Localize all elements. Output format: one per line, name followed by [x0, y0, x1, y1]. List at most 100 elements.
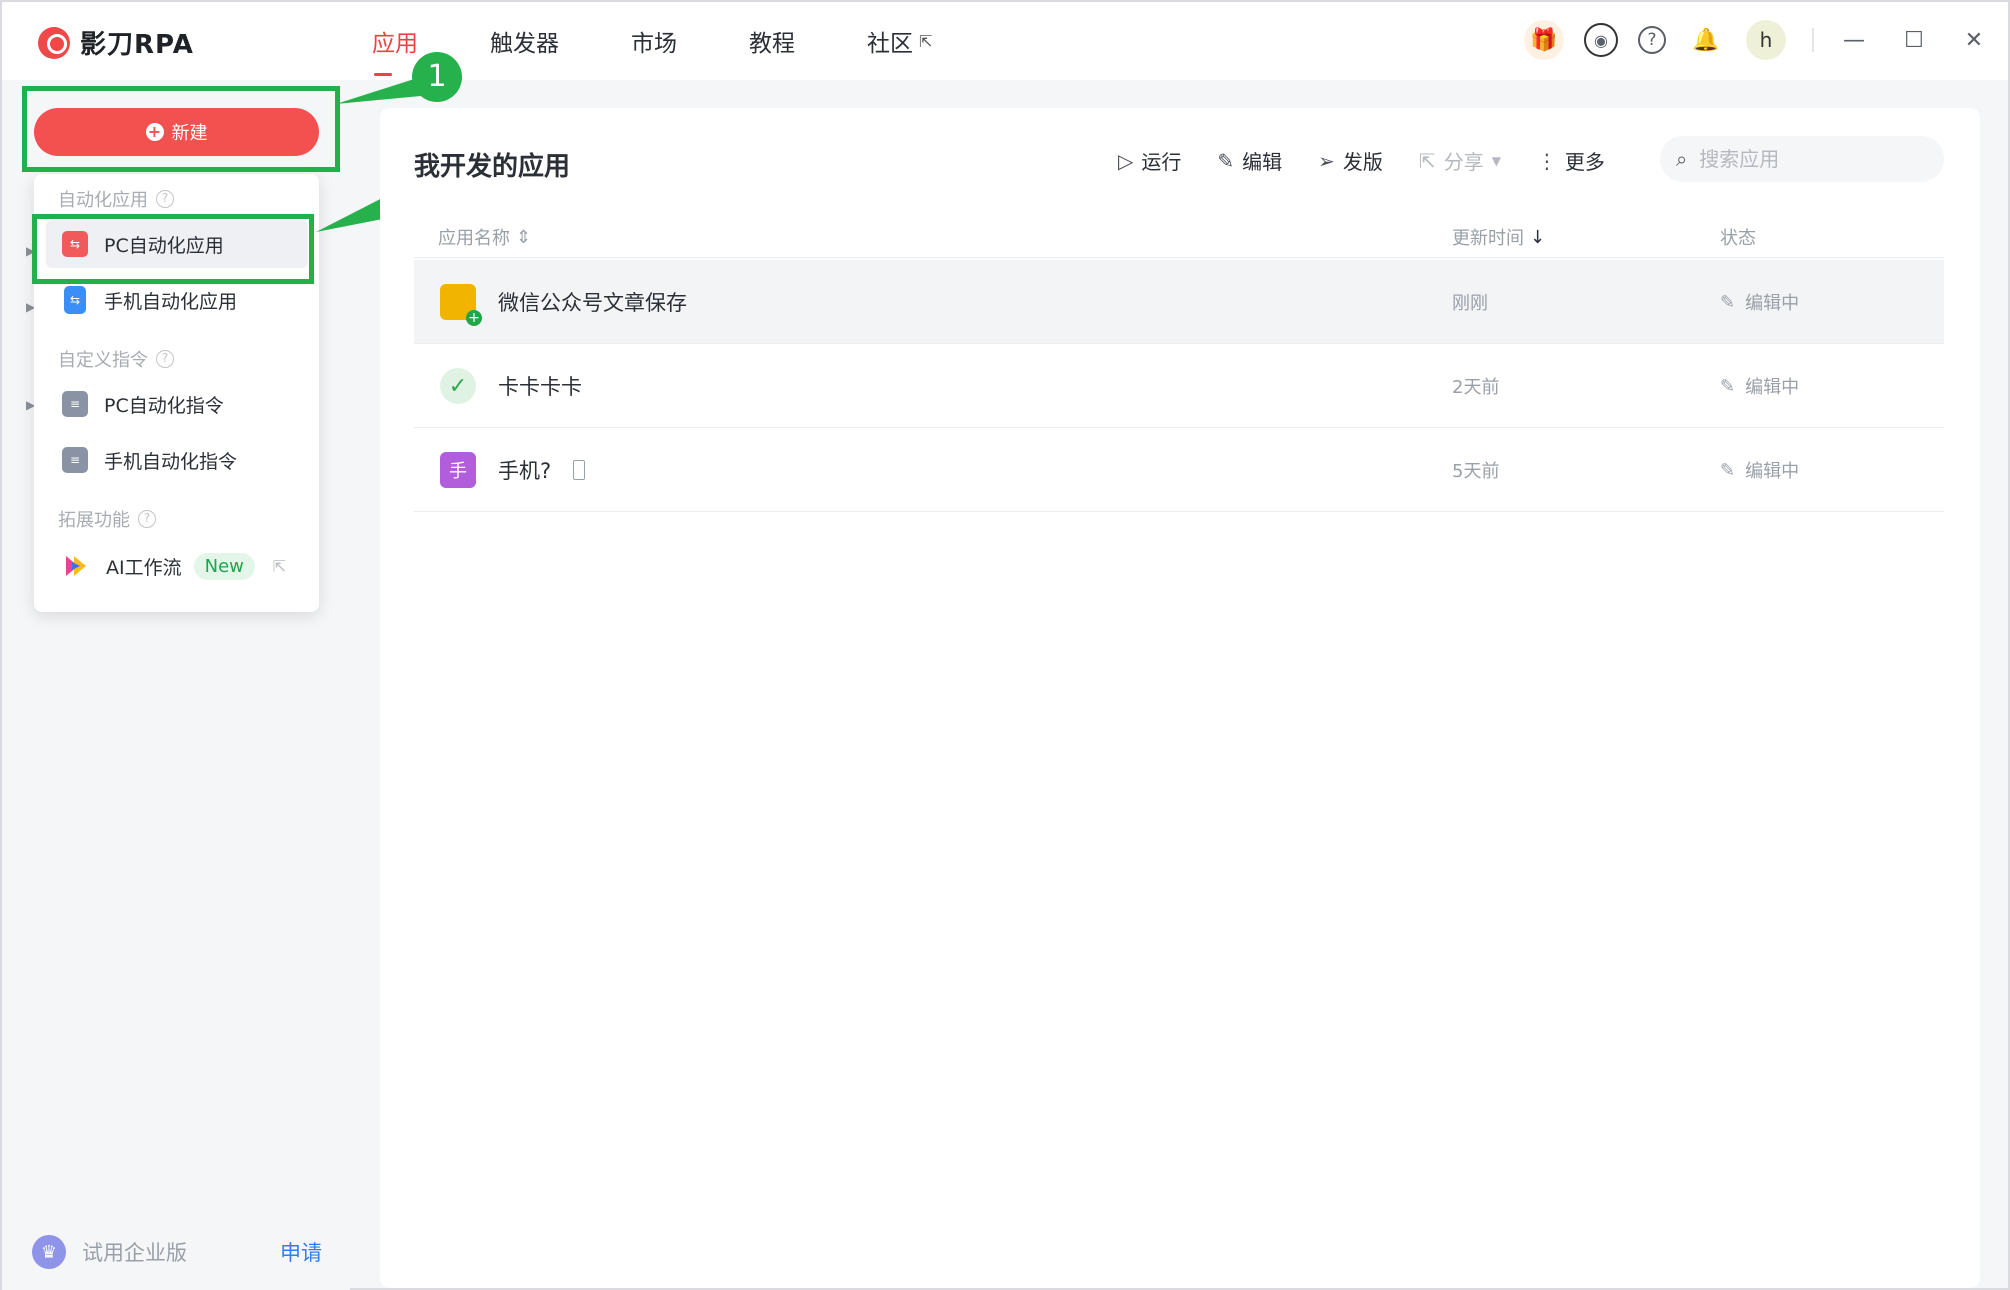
- phone-icon: [573, 460, 586, 480]
- tab-tutorials[interactable]: 教程: [749, 2, 795, 80]
- pencil-icon: ✎: [1720, 459, 1736, 481]
- menu-item-label: AI工作流: [106, 556, 182, 579]
- menu-item-label: 手机自动化应用: [104, 290, 238, 313]
- close-button[interactable]: ✕: [1954, 28, 1994, 53]
- pencil-icon: ✎: [1720, 291, 1736, 313]
- apply-link[interactable]: 申请: [280, 1237, 322, 1267]
- updated-time: 刚刚: [1452, 293, 1488, 314]
- updated-time: 2天前: [1452, 377, 1500, 398]
- menu-item-label: 手机自动化指令: [104, 450, 238, 473]
- menu-item-label: PC自动化指令: [104, 394, 224, 417]
- main-panel: 我开发的应用 ▷ 运行 ✎ 编辑 ➢ 发版 ⇱ 分享 ▼ ⋮ 更多 ⌕ 搜索应用…: [380, 108, 1980, 1288]
- share-button[interactable]: ⇱ 分享 ▼: [1419, 146, 1501, 175]
- share-label: 分享: [1443, 150, 1484, 174]
- menu-item-ai-workflow[interactable]: AI工作流 New ⇱: [46, 542, 308, 590]
- edit-label: 编辑: [1242, 150, 1283, 174]
- status-label: 编辑中: [1745, 461, 1800, 482]
- group-label: 拓展功能: [58, 510, 130, 531]
- annotation-box-2: [32, 214, 314, 284]
- annotation-bubble-1: 1: [412, 52, 462, 102]
- share-icon: ⇱: [1418, 148, 1436, 173]
- mobile-app-icon: ⇆: [64, 286, 86, 314]
- divider: [1812, 28, 1814, 52]
- group-extensions: 拓展功能 ?: [58, 506, 156, 532]
- question-icon[interactable]: ?: [138, 510, 156, 528]
- user-avatar[interactable]: h: [1746, 20, 1786, 60]
- caret-down-icon: ▼: [1491, 153, 1501, 168]
- column-label: 状态: [1720, 228, 1756, 249]
- column-label: 更新时间: [1452, 228, 1524, 249]
- pencil-icon: ✎: [1720, 375, 1736, 397]
- app-icon: 手: [440, 452, 476, 488]
- app-window: 影刀RPA 应用 触发器 市场 教程 社区 ⇱ 🎁 ◉ ? 🔔 h — ☐ ✕ …: [0, 0, 2010, 1290]
- app-name: 影刀RPA: [80, 30, 194, 60]
- run-button[interactable]: ▷ 运行: [1118, 146, 1181, 175]
- tab-community-label: 社区: [867, 31, 913, 57]
- status-cell: ✎ 编辑中: [1720, 344, 1799, 428]
- question-icon[interactable]: ?: [156, 350, 174, 368]
- column-name[interactable]: 应用名称 ⇕: [438, 224, 531, 250]
- gift-icon[interactable]: 🎁: [1524, 20, 1564, 60]
- column-updated[interactable]: 更新时间 ↓: [1452, 224, 1545, 250]
- app-name: 卡卡卡卡: [498, 375, 582, 399]
- tab-triggers[interactable]: 触发器: [490, 2, 559, 80]
- more-vertical-icon: ⋮: [1536, 148, 1557, 173]
- menu-item-mobile-command[interactable]: ≡ 手机自动化指令: [46, 436, 308, 484]
- more-button[interactable]: ⋮ 更多: [1537, 146, 1605, 175]
- name-cell: 手 手机?: [440, 428, 586, 512]
- column-status: 状态: [1720, 224, 1756, 250]
- more-label: 更多: [1564, 150, 1605, 174]
- page-title: 我开发的应用: [414, 152, 571, 182]
- table-row[interactable]: 手 手机? 5天前 ✎ 编辑中: [414, 428, 1944, 512]
- maximize-button[interactable]: ☐: [1894, 28, 1934, 53]
- help-icon[interactable]: ?: [1638, 26, 1666, 54]
- run-label: 运行: [1141, 150, 1182, 174]
- bell-icon[interactable]: 🔔: [1686, 20, 1726, 60]
- publish-label: 发版: [1342, 150, 1383, 174]
- sort-icon: ⇕: [516, 226, 532, 248]
- publish-button[interactable]: ➢ 发版: [1318, 146, 1383, 175]
- app-icon: [440, 284, 482, 326]
- app-name: 微信公众号文章保存: [498, 291, 687, 315]
- trial-banner: ♛ 试用企业版 申请: [32, 1234, 322, 1270]
- check-icon: ✓: [440, 368, 476, 404]
- table-header: 应用名称 ⇕ 更新时间 ↓ 状态: [414, 218, 1944, 258]
- mascot-icon[interactable]: ◉: [1584, 23, 1618, 57]
- pencil-icon: ✎: [1217, 148, 1235, 173]
- top-bar: 影刀RPA 应用 触发器 市场 教程 社区 ⇱ 🎁 ◉ ? 🔔 h — ☐ ✕: [2, 2, 2008, 80]
- status-label: 编辑中: [1745, 377, 1800, 398]
- arrow-down-icon: ↓: [1530, 226, 1546, 248]
- new-badge: New: [193, 552, 255, 580]
- trial-label: 试用企业版: [82, 1241, 187, 1265]
- edit-button[interactable]: ✎ 编辑: [1217, 146, 1282, 175]
- external-link-icon[interactable]: ⇱: [273, 557, 286, 576]
- crown-icon: ♛: [32, 1235, 66, 1269]
- header-tools: 🎁 ◉ ? 🔔 h — ☐ ✕: [1504, 20, 1994, 60]
- group-label: 自定义指令: [58, 350, 148, 371]
- minimize-button[interactable]: —: [1834, 28, 1874, 53]
- toolbar: ▷ 运行 ✎ 编辑 ➢ 发版 ⇱ 分享 ▼ ⋮ 更多: [1118, 146, 1641, 175]
- table-row[interactable]: 微信公众号文章保存 刚刚 ✎ 编辑中: [414, 260, 1944, 344]
- send-icon: ➢: [1318, 148, 1335, 173]
- external-link-icon: ⇱: [919, 31, 933, 51]
- group-custom-commands: 自定义指令 ?: [58, 346, 174, 372]
- annotation-box-1: [22, 86, 340, 172]
- name-cell: 微信公众号文章保存: [440, 260, 687, 344]
- mobile-command-icon: ≡: [62, 447, 88, 473]
- status-cell: ✎ 编辑中: [1720, 260, 1799, 344]
- tab-market[interactable]: 市场: [631, 2, 677, 80]
- tab-community[interactable]: 社区 ⇱: [867, 2, 932, 80]
- status-cell: ✎ 编辑中: [1720, 428, 1799, 512]
- search-box: ⌕: [1660, 136, 1944, 182]
- search-icon: ⌕: [1676, 147, 1688, 171]
- table-row[interactable]: ✓ 卡卡卡卡 2天前 ✎ 编辑中: [414, 344, 1944, 428]
- status-label: 编辑中: [1745, 293, 1800, 314]
- group-automation-apps: 自动化应用 ?: [58, 186, 174, 212]
- menu-item-pc-command[interactable]: ≡ PC自动化指令: [46, 380, 308, 428]
- app-logo: 影刀RPA: [38, 24, 194, 61]
- question-icon[interactable]: ?: [156, 190, 174, 208]
- column-label: 应用名称: [438, 228, 510, 249]
- logo-icon: [38, 26, 70, 59]
- search-input[interactable]: [1699, 147, 1910, 171]
- pc-command-icon: ≡: [62, 391, 88, 417]
